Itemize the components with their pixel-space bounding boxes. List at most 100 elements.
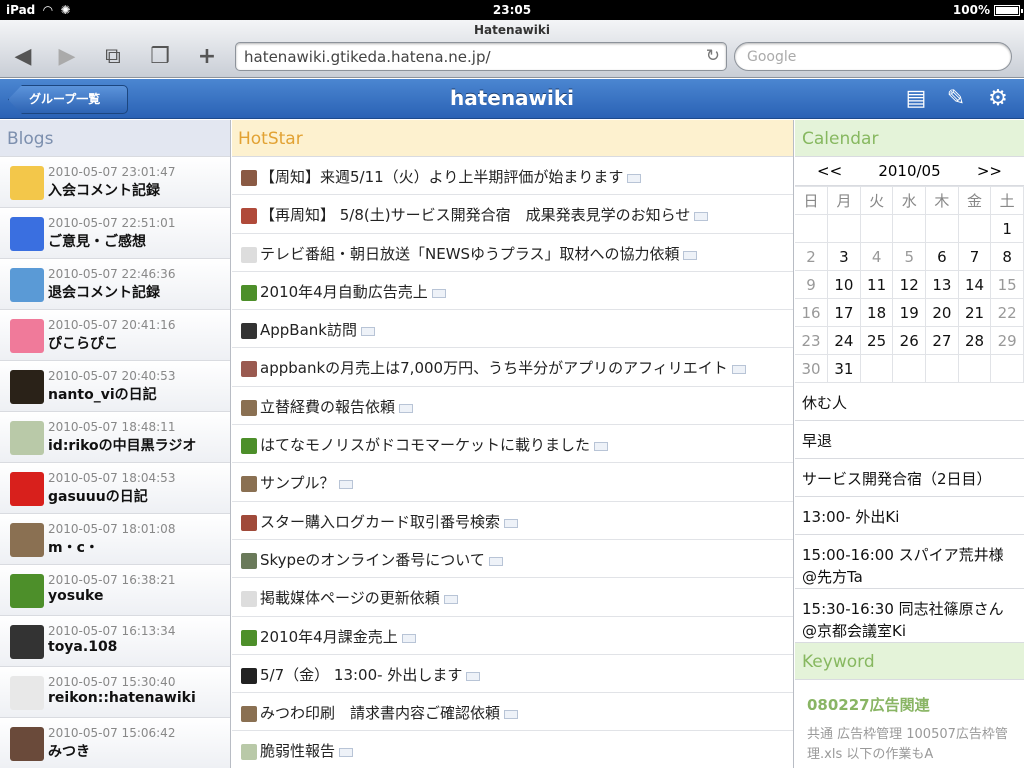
calendar-day[interactable]: 23 <box>795 326 829 355</box>
calendar-day[interactable]: 22 <box>990 298 1024 327</box>
user-icon <box>241 476 257 493</box>
blogs-header: Blogs <box>0 120 230 157</box>
schedule-item[interactable]: サービス開発合宿（2日目） <box>795 459 1024 497</box>
user-icon <box>241 170 257 186</box>
star-list-icon <box>694 212 709 222</box>
forward-arrow-icon[interactable]: ▶ <box>52 44 82 70</box>
hotstar-item[interactable]: 2010年4月課金売上 <box>232 616 793 655</box>
blog-item[interactable]: 2010-05-07 15:06:42 みつき <box>0 718 230 768</box>
address-field[interactable]: hatenawiki.gtikeda.hatena.ne.jp/↻ <box>235 42 727 71</box>
calendar-day[interactable]: 12 <box>892 270 927 299</box>
calendar-day[interactable]: 19 <box>892 298 927 327</box>
calendar-day[interactable]: 24 <box>827 326 861 355</box>
calendar-day[interactable]: 8 <box>990 242 1024 271</box>
blog-item[interactable]: 2010-05-07 18:01:08 m・c・ <box>0 514 230 565</box>
calendar-day[interactable]: 2 <box>795 242 829 271</box>
calendar-day[interactable]: 13 <box>925 270 959 299</box>
avatar <box>10 676 44 710</box>
calendar-day[interactable]: 26 <box>892 326 927 355</box>
blog-item[interactable]: 2010-05-07 20:41:16 ぴこらぴこ <box>0 310 230 361</box>
hotstar-item[interactable]: サンプル？ <box>232 463 793 502</box>
calendar-day[interactable]: 6 <box>925 242 959 271</box>
hotstar-item[interactable]: 2010年4月自動広告売上 <box>232 271 793 311</box>
user-icon <box>241 591 257 608</box>
hotstar-item[interactable]: 掲載媒体ページの更新依頼 <box>232 578 793 617</box>
gear-icon[interactable]: ⚙ <box>984 86 1012 111</box>
calendar-day[interactable]: 3 <box>827 242 861 271</box>
blog-item[interactable]: 2010-05-07 18:48:11 id:rikoの中目黒ラジオ <box>0 412 230 463</box>
blog-item[interactable]: 2010-05-07 22:51:01 ご意見・ご感想 <box>0 208 230 259</box>
calendar-day[interactable]: 29 <box>990 326 1024 355</box>
hotstar-item[interactable]: 5/7（金） 13:00- 外出します <box>232 654 793 694</box>
hotstar-item[interactable]: Skypeのオンライン番号について <box>232 539 793 579</box>
hotstar-item[interactable]: 【再周知】 5/8(土)サービス開発合宿 成果発表見学のお知らせ <box>232 195 793 234</box>
hotstar-item[interactable]: AppBank訪問 <box>232 310 793 349</box>
calendar-day[interactable]: 1 <box>990 214 1024 243</box>
blog-name: toya.108 <box>48 639 118 655</box>
blog-item[interactable]: 2010-05-07 16:38:21 yosuke <box>0 565 230 616</box>
calendar-day[interactable]: 16 <box>795 298 829 327</box>
calendar-day[interactable]: 4 <box>859 242 894 271</box>
hotstar-item[interactable]: みつわ印刷 請求書内容ご確認依頼 <box>232 693 793 732</box>
hotstar-title: みつわ印刷 請求書内容ご確認依頼 <box>260 704 501 723</box>
schedule-item[interactable]: 13:00- 外出Ki <box>795 497 1024 535</box>
weekday-label: 火 <box>859 186 894 215</box>
blog-item[interactable]: 2010-05-07 15:30:40 reikon::hatenawiki <box>0 667 230 718</box>
schedule-item[interactable]: 早退 <box>795 421 1024 459</box>
calendar-day[interactable]: 21 <box>957 298 992 327</box>
schedule-item[interactable]: 15:30-16:30 同志社篠原さん@京都会議室Ki <box>795 589 1024 643</box>
blog-item[interactable]: 2010-05-07 18:04:53 gasuuuの日記 <box>0 463 230 514</box>
blog-item[interactable]: 2010-05-07 20:40:53 nanto_viの日記 <box>0 361 230 412</box>
calendar-day[interactable]: 18 <box>859 298 894 327</box>
calendar-day[interactable]: 15 <box>990 270 1024 299</box>
hotstar-item[interactable]: テレビ番組・朝日放送「NEWSゆうプラス」取材への協力依頼 <box>232 233 793 272</box>
add-bookmark-icon[interactable]: + <box>192 44 222 70</box>
calendar-day[interactable]: 31 <box>827 354 861 383</box>
calendar-day[interactable]: 28 <box>957 326 992 355</box>
hotstar-title: サンプル？ <box>260 474 335 493</box>
hotstar-item[interactable]: スター購入ログカード取引番号検索 <box>232 501 793 540</box>
calendar-day[interactable]: 10 <box>827 270 861 299</box>
calendar-day[interactable]: 30 <box>795 354 829 383</box>
page-icon[interactable]: ▤ <box>902 86 930 111</box>
star-list-icon <box>731 365 746 375</box>
calendar-day[interactable]: 20 <box>925 298 959 327</box>
search-input[interactable]: Google <box>734 42 1012 71</box>
hotstar-item[interactable]: はてなモノリスがドコモマーケットに載りました <box>232 425 793 464</box>
user-icon <box>241 514 257 531</box>
hotstar-header: HotStar <box>232 120 793 157</box>
calendar-day[interactable]: 9 <box>795 270 829 299</box>
pencil-icon[interactable]: ✎ <box>942 86 970 111</box>
blog-item[interactable]: 2010-05-07 23:01:47 入会コメント記録 <box>0 157 230 208</box>
hotstar-title: スター購入ログカード取引番号検索 <box>260 512 501 531</box>
hotstar-item[interactable]: appbankの月売上は7,000万円、うち半分がアプリのアフィリエイト <box>232 348 793 387</box>
blog-date: 2010-05-07 18:01:08 <box>48 522 176 536</box>
hotstar-title: 2010年4月自動広告売上 <box>260 282 428 301</box>
schedule-item[interactable]: 休む人 <box>795 383 1024 421</box>
star-list-icon <box>594 442 609 452</box>
calendar-day <box>925 214 959 243</box>
prev-month-button[interactable]: << <box>817 162 842 180</box>
calendar-day[interactable]: 5 <box>892 242 927 271</box>
calendar-day[interactable]: 7 <box>957 242 992 271</box>
schedule-item[interactable]: 15:00-16:00 スパイア荒井様@先方Ta <box>795 535 1024 589</box>
calendar-day[interactable]: 17 <box>827 298 861 327</box>
calendar-day[interactable]: 11 <box>859 270 894 299</box>
hotstar-item[interactable]: 【周知】来週5/11（火）より上半期評価が始まります <box>232 157 793 196</box>
app-title: hatenawiki <box>449 86 575 110</box>
bookmarks-icon[interactable]: ❒ <box>145 44 175 70</box>
calendar-day[interactable]: 25 <box>859 326 894 355</box>
calendar-day[interactable]: 14 <box>957 270 992 299</box>
keyword-title[interactable]: 080227広告関連 <box>795 680 1024 715</box>
blog-item[interactable]: 2010-05-07 22:46:36 退会コメント記録 <box>0 259 230 310</box>
hotstar-item[interactable]: 立替経費の報告依頼 <box>232 386 793 426</box>
reload-icon[interactable]: ↻ <box>706 46 720 66</box>
back-arrow-icon[interactable]: ◀ <box>8 44 38 70</box>
avatar <box>10 421 44 455</box>
hotstar-item[interactable]: 脆弱性報告 <box>232 731 793 768</box>
pages-icon[interactable]: ⧉ <box>98 44 128 70</box>
blog-item[interactable]: 2010-05-07 16:13:34 toya.108 <box>0 616 230 667</box>
next-month-button[interactable]: >> <box>977 162 1002 180</box>
month-label: 2010/05 <box>878 162 941 180</box>
calendar-day[interactable]: 27 <box>925 326 959 355</box>
